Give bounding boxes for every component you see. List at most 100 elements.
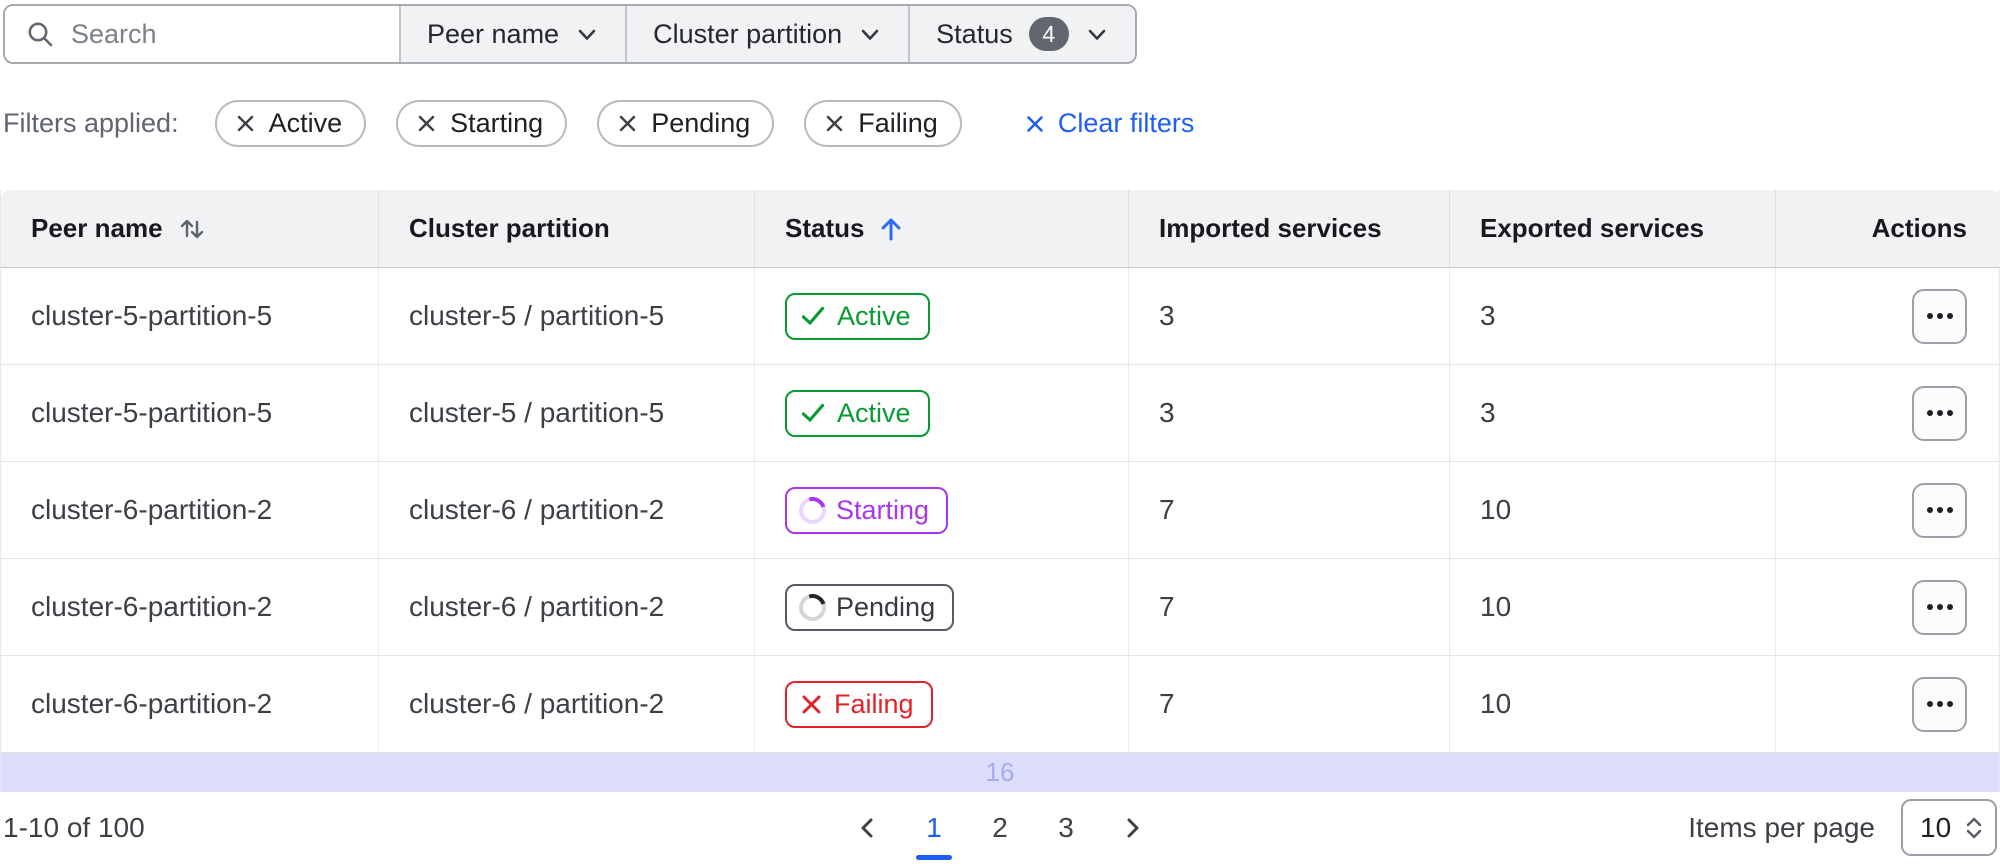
page-button-3[interactable]: 3 bbox=[1045, 806, 1087, 850]
peer-name-filter-dropdown[interactable]: Peer name bbox=[399, 6, 626, 62]
imported-services-cell: 7 bbox=[1128, 559, 1449, 656]
filter-chips: Active Starting Pending Failing bbox=[214, 100, 962, 147]
results-range: 1-10 of 100 bbox=[3, 811, 145, 843]
status-label: Starting bbox=[836, 494, 930, 525]
status-label: Pending bbox=[836, 591, 936, 622]
check-icon bbox=[799, 399, 827, 427]
exported-services-cell: 3 bbox=[1449, 268, 1775, 365]
exported-services-cell: 10 bbox=[1449, 462, 1775, 559]
table-row: cluster-6-partition-2 cluster-6 / partit… bbox=[1, 559, 2000, 656]
page-button-2[interactable]: 2 bbox=[979, 806, 1021, 850]
status-label: Failing bbox=[834, 688, 914, 719]
status-badge: Failing bbox=[785, 680, 933, 728]
remove-filter-icon[interactable] bbox=[617, 113, 638, 134]
column-header-label: Status bbox=[785, 213, 865, 243]
chevron-down-icon bbox=[1085, 22, 1109, 46]
chevron-down-icon bbox=[575, 22, 599, 46]
status-cell: Pending bbox=[754, 559, 1128, 656]
remove-filter-icon[interactable] bbox=[416, 113, 437, 134]
status-badge: Active bbox=[785, 389, 930, 437]
column-header-cluster-partition: Cluster partition bbox=[378, 190, 754, 268]
column-header-exported-services: Exported services bbox=[1449, 190, 1775, 268]
status-filter-count-badge: 4 bbox=[1028, 17, 1069, 51]
items-per-page: Items per page 10 bbox=[1688, 799, 1997, 856]
items-per-page-select[interactable]: 10 bbox=[1901, 799, 1997, 856]
applied-filters-row: Filters applied: Active Starting Pending… bbox=[3, 100, 2000, 147]
actions-cell bbox=[1775, 559, 2000, 656]
cluster-partition-cell: cluster-6 / partition-2 bbox=[378, 462, 754, 559]
status-cell: Starting bbox=[754, 462, 1128, 559]
peer-name-cell: cluster-6-partition-2 bbox=[1, 656, 378, 753]
pager: 1 2 3 bbox=[847, 806, 1153, 860]
previous-page-button[interactable] bbox=[847, 806, 889, 850]
peer-name-cell: cluster-5-partition-5 bbox=[1, 365, 378, 462]
column-header-status[interactable]: Status bbox=[754, 190, 1128, 268]
page-button-1[interactable]: 1 bbox=[913, 806, 955, 860]
ellipsis-icon bbox=[1926, 701, 1953, 707]
table-row: cluster-6-partition-2 cluster-6 / partit… bbox=[1, 462, 2000, 559]
check-icon bbox=[799, 302, 827, 330]
status-cell: Failing bbox=[754, 656, 1128, 753]
cluster-partition-filter-dropdown[interactable]: Cluster partition bbox=[625, 6, 909, 62]
row-actions-button[interactable] bbox=[1912, 676, 1967, 732]
row-actions-button[interactable] bbox=[1912, 385, 1967, 441]
ellipsis-icon bbox=[1926, 507, 1953, 513]
column-header-actions: Actions bbox=[1775, 190, 2000, 268]
status-filter-dropdown[interactable]: Status 4 bbox=[908, 6, 1135, 62]
search-icon bbox=[25, 19, 55, 49]
filter-chip-failing[interactable]: Failing bbox=[804, 100, 962, 147]
imported-services-cell: 3 bbox=[1128, 365, 1449, 462]
filter-chip-pending[interactable]: Pending bbox=[597, 100, 775, 147]
table-row: cluster-6-partition-2 cluster-6 / partit… bbox=[1, 656, 2000, 753]
column-header-peer-name[interactable]: Peer name bbox=[1, 190, 378, 268]
exported-services-cell: 10 bbox=[1449, 656, 1775, 753]
column-header-label: Peer name bbox=[31, 213, 163, 243]
search-box[interactable] bbox=[5, 6, 399, 62]
ellipsis-icon bbox=[1926, 604, 1953, 610]
status-label: Active bbox=[837, 397, 911, 428]
ellipsis-icon bbox=[1926, 410, 1953, 416]
column-header-label: Cluster partition bbox=[409, 213, 610, 243]
items-per-page-value: 10 bbox=[1920, 811, 1952, 843]
search-input[interactable] bbox=[71, 18, 389, 50]
sort-up-down-icon bbox=[177, 214, 207, 244]
actions-cell bbox=[1775, 268, 2000, 365]
peer-name-cell: cluster-5-partition-5 bbox=[1, 268, 378, 365]
cluster-partition-cell: cluster-5 / partition-5 bbox=[378, 365, 754, 462]
status-badge: Pending bbox=[785, 583, 955, 631]
filter-chip-label: Failing bbox=[858, 108, 938, 138]
row-actions-button[interactable] bbox=[1912, 482, 1967, 538]
filter-chip-active[interactable]: Active bbox=[214, 100, 367, 147]
row-actions-button[interactable] bbox=[1912, 288, 1967, 344]
spinner-icon bbox=[794, 491, 831, 529]
imported-services-cell: 3 bbox=[1128, 268, 1449, 365]
actions-cell bbox=[1775, 462, 2000, 559]
column-header-imported-services: Imported services bbox=[1128, 190, 1449, 268]
filters-applied-label: Filters applied: bbox=[3, 108, 179, 138]
status-label: Active bbox=[837, 300, 911, 331]
filter-chip-label: Starting bbox=[450, 108, 544, 138]
sort-ascending-icon bbox=[878, 215, 904, 243]
filter-chip-starting[interactable]: Starting bbox=[396, 100, 568, 147]
row-actions-button[interactable] bbox=[1912, 579, 1967, 635]
remove-filter-icon[interactable] bbox=[235, 113, 256, 134]
actions-cell bbox=[1775, 656, 2000, 753]
x-mark-icon bbox=[799, 692, 824, 717]
clear-filters-button[interactable]: Clear filters bbox=[1024, 108, 1194, 139]
ellipsis-icon bbox=[1926, 313, 1953, 319]
remove-filter-icon[interactable] bbox=[824, 113, 845, 134]
column-header-label: Actions bbox=[1871, 213, 1967, 243]
column-header-label: Imported services bbox=[1159, 213, 1382, 243]
band-text: 16 bbox=[985, 757, 1015, 787]
exported-services-cell: 10 bbox=[1449, 559, 1775, 656]
search-filter-toolbar: Peer name Cluster partition Status 4 bbox=[3, 4, 1137, 64]
imported-services-cell: 7 bbox=[1128, 462, 1449, 559]
filter-chip-label: Active bbox=[268, 108, 343, 138]
table-header-row: Peer name Cluster partition Status Impor… bbox=[1, 190, 2000, 268]
table-row: cluster-5-partition-5 cluster-5 / partit… bbox=[1, 268, 2000, 365]
actions-cell bbox=[1775, 365, 2000, 462]
next-page-button[interactable] bbox=[1111, 806, 1153, 850]
clear-filters-icon bbox=[1024, 113, 1046, 135]
imported-services-cell: 7 bbox=[1128, 656, 1449, 753]
peer-name-cell: cluster-6-partition-2 bbox=[1, 462, 378, 559]
